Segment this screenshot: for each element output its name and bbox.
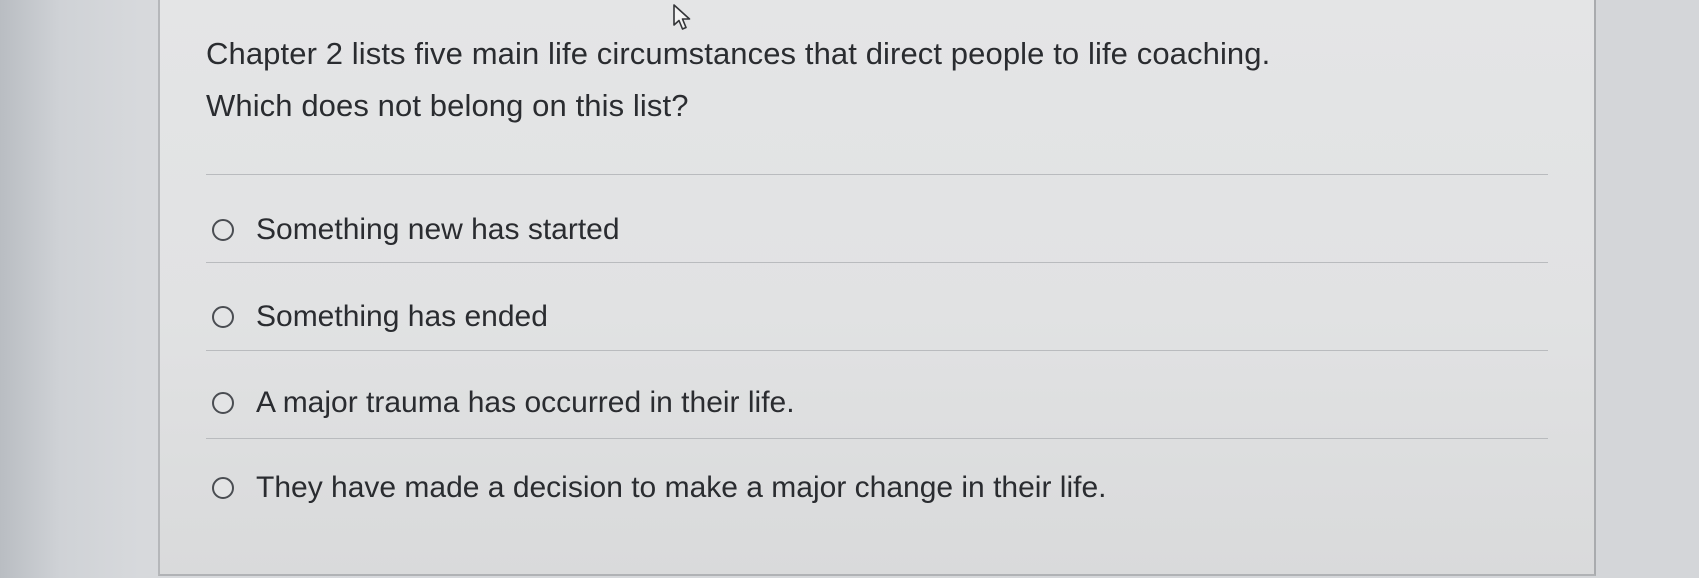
answer-option-label: Something new has started bbox=[256, 213, 620, 246]
divider bbox=[206, 174, 1548, 175]
question-line-1: Chapter 2 lists five main life circumsta… bbox=[206, 36, 1271, 71]
radio-button-icon[interactable] bbox=[212, 392, 234, 414]
question-text: Chapter 2 lists five main life circumsta… bbox=[206, 28, 1566, 132]
answer-option-label: They have made a decision to make a majo… bbox=[256, 471, 1107, 504]
question-card: Chapter 2 lists five main life circumsta… bbox=[158, 0, 1596, 576]
answer-option-label: Something has ended bbox=[256, 300, 548, 333]
answer-option-1[interactable]: Something new has started bbox=[212, 208, 620, 252]
answer-option-2[interactable]: Something has ended bbox=[212, 295, 548, 339]
question-line-2: Which does not belong on this list? bbox=[206, 88, 689, 123]
divider bbox=[206, 438, 1548, 439]
mouse-pointer-icon bbox=[673, 4, 691, 30]
answer-option-3[interactable]: A major trauma has occurred in their lif… bbox=[212, 381, 795, 425]
radio-button-icon[interactable] bbox=[212, 477, 234, 499]
radio-button-icon[interactable] bbox=[212, 306, 234, 328]
divider bbox=[206, 262, 1548, 263]
answer-option-4[interactable]: They have made a decision to make a majo… bbox=[212, 466, 1106, 510]
answer-option-label: A major trauma has occurred in their lif… bbox=[256, 386, 795, 419]
divider bbox=[206, 350, 1548, 351]
radio-button-icon[interactable] bbox=[212, 219, 234, 241]
